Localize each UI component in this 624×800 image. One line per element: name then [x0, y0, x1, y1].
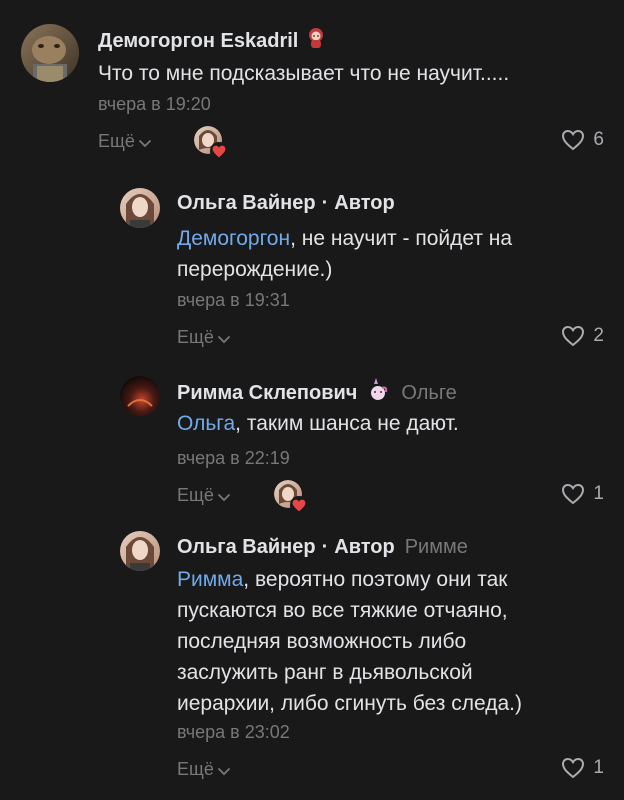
comment-author[interactable]: Демогоргон Eskadril [98, 26, 328, 56]
author-name[interactable]: Ольга Вайнер [177, 536, 316, 559]
like-button[interactable]: 2 [561, 325, 604, 347]
heart-outline-icon [562, 483, 585, 505]
avatar[interactable] [21, 24, 79, 82]
text-line: последняя возможность либо [177, 630, 467, 653]
like-button[interactable]: 1 [561, 757, 604, 779]
heart-outline-icon [562, 757, 585, 779]
author-role: Автор [334, 192, 395, 214]
more-label: Ещё [177, 485, 214, 505]
author-role: Автор [334, 536, 395, 558]
more-button[interactable]: Ещё [98, 131, 152, 152]
mention-link[interactable]: Ольга [177, 412, 235, 435]
reply-to-label[interactable]: Римме [405, 536, 468, 559]
liked-heart-badge [210, 142, 228, 160]
like-count: 6 [593, 129, 604, 150]
more-label: Ещё [177, 759, 214, 779]
text-line: перерождение.) [177, 258, 333, 281]
reply-to-label[interactable]: Ольге [401, 382, 456, 405]
author-separator: · [321, 192, 329, 214]
comment-time[interactable]: вчера в 23:02 [177, 722, 290, 743]
heart-outline-icon [562, 129, 585, 151]
comment-author[interactable]: Ольга Вайнер · Автор [177, 192, 395, 215]
heart-filled-icon [292, 499, 306, 511]
comment-author[interactable]: Римма Склепович Ольге [177, 378, 457, 408]
anime-sticker-icon [304, 26, 328, 56]
author-name[interactable]: Ольга Вайнер [177, 192, 316, 215]
comment-text: Ольга, таким шанса не дают. [177, 408, 459, 439]
author-name[interactable]: Римма Склепович [177, 382, 357, 405]
like-count: 1 [593, 483, 604, 504]
text-line: , вероятно поэтому они так [243, 568, 508, 591]
author-name[interactable]: Демогоргон Eskadril [98, 30, 298, 53]
comment-text: Демогоргон, не научит - пойдет на переро… [177, 223, 512, 285]
heart-filled-icon [212, 145, 226, 157]
text-line: заслужить ранг в дьявольской [177, 661, 473, 684]
author-like-indicator [194, 126, 230, 162]
text-line: пускаются во все тяжкие отчаяно, [177, 599, 508, 622]
like-button[interactable]: 1 [561, 483, 604, 505]
unicorn-sticker-icon [367, 378, 389, 408]
avatar[interactable] [120, 188, 160, 228]
mention-link[interactable]: Демогоргон [177, 227, 290, 250]
more-label: Ещё [98, 131, 135, 151]
liked-heart-badge [290, 496, 308, 514]
like-button[interactable]: 6 [561, 129, 604, 151]
text-line: , таким шанса не дают. [235, 412, 459, 435]
like-count: 1 [593, 757, 604, 778]
mention-link[interactable]: Римма [177, 568, 243, 591]
avatar[interactable] [120, 376, 160, 416]
author-like-indicator [274, 480, 310, 516]
more-button[interactable]: Ещё [177, 485, 231, 506]
more-button[interactable]: Ещё [177, 327, 231, 348]
avatar[interactable] [120, 531, 160, 571]
chevron-down-icon [217, 493, 230, 501]
comment-author[interactable]: Ольга Вайнер · Автор Римме [177, 536, 468, 559]
heart-outline-icon [562, 325, 585, 347]
comment-time[interactable]: вчера в 22:19 [177, 448, 290, 469]
more-label: Ещё [177, 327, 214, 347]
comment-time[interactable]: вчера в 19:20 [98, 94, 211, 115]
chevron-down-icon [217, 335, 230, 343]
author-separator: · [321, 536, 329, 558]
text-line: иерархии, либо сгинуть без следа.) [177, 692, 522, 715]
more-button[interactable]: Ещё [177, 759, 231, 780]
chevron-down-icon [138, 139, 151, 147]
comment-text: Римма, вероятно поэтому они так пускаютс… [177, 564, 522, 719]
like-count: 2 [593, 325, 604, 346]
chevron-down-icon [217, 767, 230, 775]
text-line: , не научит - пойдет на [290, 227, 513, 250]
comment-time[interactable]: вчера в 19:31 [177, 290, 290, 311]
comment-text: Что то мне подсказывает что не научит...… [98, 62, 510, 85]
